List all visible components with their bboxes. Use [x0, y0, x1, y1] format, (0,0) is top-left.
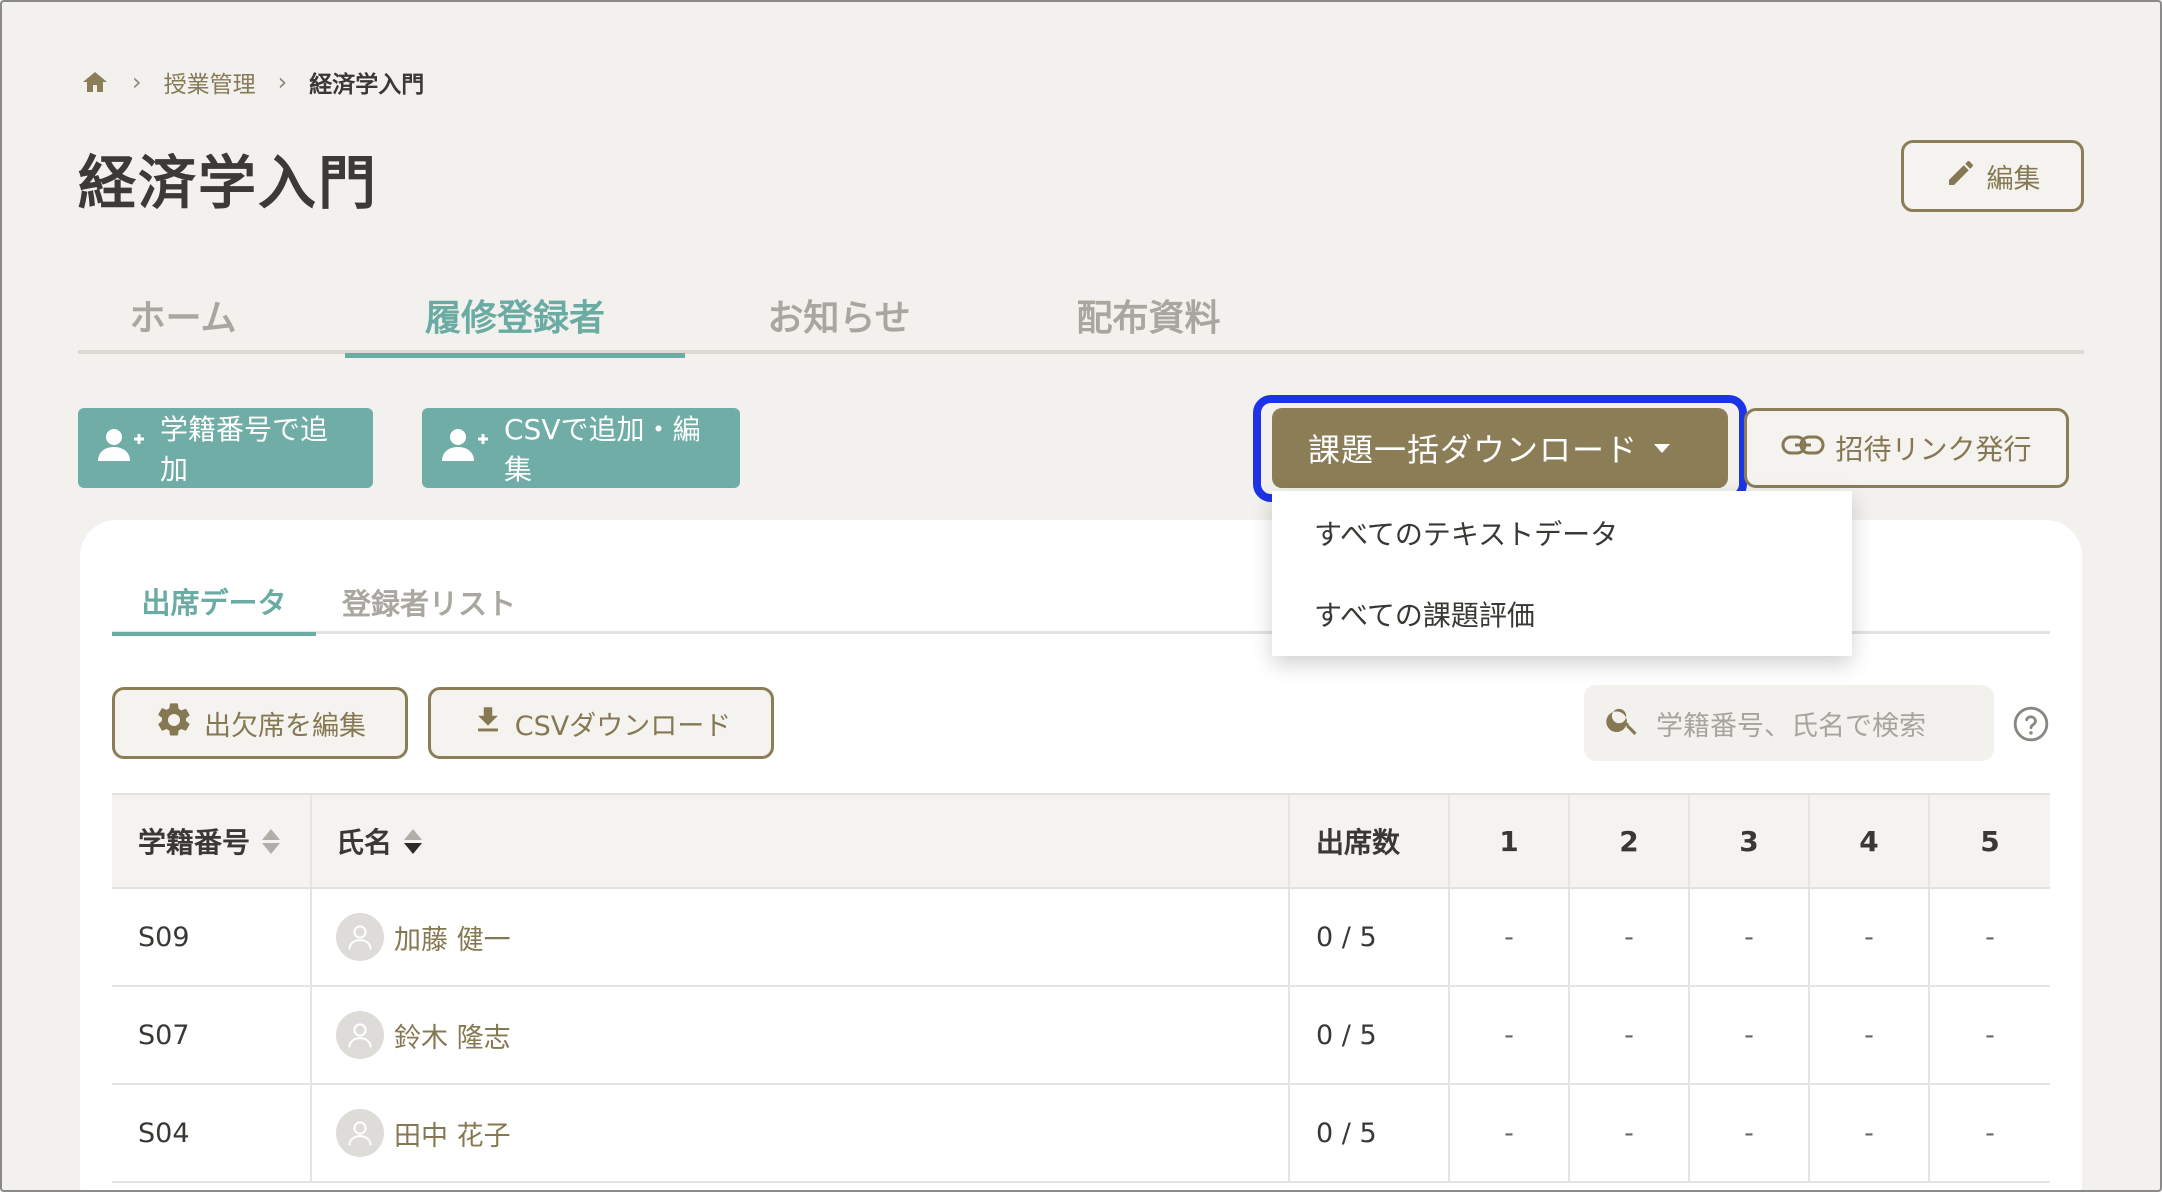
tab-enrolled-students[interactable]: 履修登録者	[345, 276, 685, 358]
session-cell: -	[1985, 921, 1995, 953]
caret-down-icon	[1654, 444, 1670, 453]
session-cell: -	[1450, 889, 1570, 985]
add-by-student-id-label: 学籍番号で追加	[160, 413, 329, 486]
session-cell: -	[1810, 1085, 1930, 1181]
header-name-label: 氏名	[336, 826, 393, 859]
download-icon	[471, 702, 505, 745]
add-user-icon	[96, 427, 146, 470]
session-cell: -	[1690, 1085, 1810, 1181]
header-session-4: 4	[1810, 795, 1930, 887]
tab-announcements[interactable]: お知らせ	[764, 276, 914, 354]
student-name-cell: 田中 花子	[312, 1085, 1290, 1181]
avatar	[336, 1109, 384, 1157]
session-cell: -	[1985, 1019, 1995, 1051]
help-icon[interactable]	[2012, 705, 2050, 747]
menu-item-all-assignment-evaluations[interactable]: すべての課題評価	[1272, 573, 1852, 655]
session-cell: -	[1570, 1085, 1690, 1181]
session-cell: -	[1570, 987, 1690, 1083]
csv-download-button[interactable]: CSVダウンロード	[428, 687, 774, 759]
attendance-table: 学籍番号 氏名 出席数 1 2 3 4 5 S09 加藤 健一 0 / 5 - …	[112, 793, 2050, 1183]
edit-button[interactable]: 編集	[1901, 140, 2084, 212]
session-cell: -	[1570, 889, 1690, 985]
menu-item-all-text-data[interactable]: すべてのテキストデータ	[1272, 513, 1852, 573]
student-id: S04	[112, 1085, 312, 1181]
student-name-cell: 鈴木 隆志	[312, 987, 1290, 1083]
breadcrumb-current: 経済学入門	[309, 72, 425, 98]
header-session-5: 5	[1980, 824, 2000, 858]
search-icon	[1604, 701, 1642, 746]
session-cell: -	[1985, 1117, 1995, 1149]
student-id: S07	[112, 987, 312, 1083]
gear-icon	[154, 700, 194, 747]
header-session-2: 2	[1570, 795, 1690, 887]
attendance-count: 0 / 5	[1290, 987, 1450, 1083]
chevron-right-icon: ›	[277, 68, 288, 96]
table-row: S04 田中 花子 0 / 5 - - - - -	[112, 1085, 2050, 1183]
session-cell: -	[1810, 889, 1930, 985]
header-student-id[interactable]: 学籍番号	[112, 795, 312, 887]
header-session-1: 1	[1450, 795, 1570, 887]
main-tabs: ホーム 履修登録者 お知らせ 配布資料	[78, 276, 2084, 358]
header-session-3: 3	[1690, 795, 1810, 887]
table-row: S07 鈴木 隆志 0 / 5 - - - - -	[112, 987, 2050, 1085]
student-name-link[interactable]: 鈴木 隆志	[394, 1016, 511, 1055]
add-by-csv-label: CSVで追加・編集	[504, 413, 701, 486]
sort-icon	[404, 828, 423, 854]
csv-download-label: CSVダウンロード	[514, 710, 732, 742]
attendance-count: 0 / 5	[1290, 889, 1450, 985]
add-by-student-id-button[interactable]: 学籍番号で追加	[78, 408, 373, 488]
session-cell: -	[1450, 987, 1570, 1083]
search-input[interactable]: 学籍番号、氏名で検索	[1584, 685, 1994, 761]
edit-button-label: 編集	[1986, 163, 2041, 195]
tab-materials[interactable]: 配布資料	[1066, 276, 1231, 354]
invite-link-label: 招待リンク発行	[1835, 433, 2032, 466]
student-id: S09	[112, 889, 312, 985]
session-cell: -	[1690, 889, 1810, 985]
bulk-download-label: 課題一括ダウンロード	[1308, 431, 1639, 469]
sort-icon	[262, 828, 281, 854]
add-user-icon	[440, 427, 490, 470]
breadcrumb: › 授業管理 › 経済学入門	[80, 64, 424, 100]
header-attendance: 出席数	[1290, 795, 1450, 887]
home-icon[interactable]	[80, 67, 110, 97]
header-name[interactable]: 氏名	[312, 795, 1290, 887]
avatar	[336, 1011, 384, 1059]
header-student-id-label: 学籍番号	[138, 826, 251, 859]
avatar	[336, 913, 384, 961]
tab-attendance-data[interactable]: 出席データ	[112, 570, 316, 636]
session-cell: -	[1810, 987, 1930, 1083]
invite-link-button[interactable]: 招待リンク発行	[1744, 408, 2069, 488]
bulk-download-button[interactable]: 課題一括ダウンロード	[1272, 408, 1728, 488]
table-row: S09 加藤 健一 0 / 5 - - - - -	[112, 889, 2050, 987]
session-cell: -	[1450, 1085, 1570, 1181]
student-name-link[interactable]: 加藤 健一	[394, 918, 511, 957]
edit-attendance-button[interactable]: 出欠席を編集	[112, 687, 408, 759]
student-name-cell: 加藤 健一	[312, 889, 1290, 985]
bulk-download-menu: すべてのテキストデータ すべての課題評価	[1272, 491, 1852, 656]
add-by-csv-button[interactable]: CSVで追加・編集	[422, 408, 740, 488]
page-title: 経済学入門	[78, 149, 379, 217]
table-header: 学籍番号 氏名 出席数 1 2 3 4 5	[112, 795, 2050, 889]
breadcrumb-course-management[interactable]: 授業管理	[164, 65, 256, 99]
tab-registrant-list[interactable]: 登録者リスト	[334, 570, 524, 634]
tab-home[interactable]: ホーム	[128, 276, 238, 354]
session-cell: -	[1690, 987, 1810, 1083]
link-icon	[1781, 432, 1825, 465]
attendance-count: 0 / 5	[1290, 1085, 1450, 1181]
student-name-link[interactable]: 田中 花子	[394, 1114, 511, 1153]
pencil-icon	[1945, 157, 1977, 196]
search-placeholder: 学籍番号、氏名で検索	[1656, 710, 1926, 742]
edit-attendance-label: 出欠席を編集	[204, 710, 366, 742]
chevron-right-icon: ›	[132, 68, 142, 96]
